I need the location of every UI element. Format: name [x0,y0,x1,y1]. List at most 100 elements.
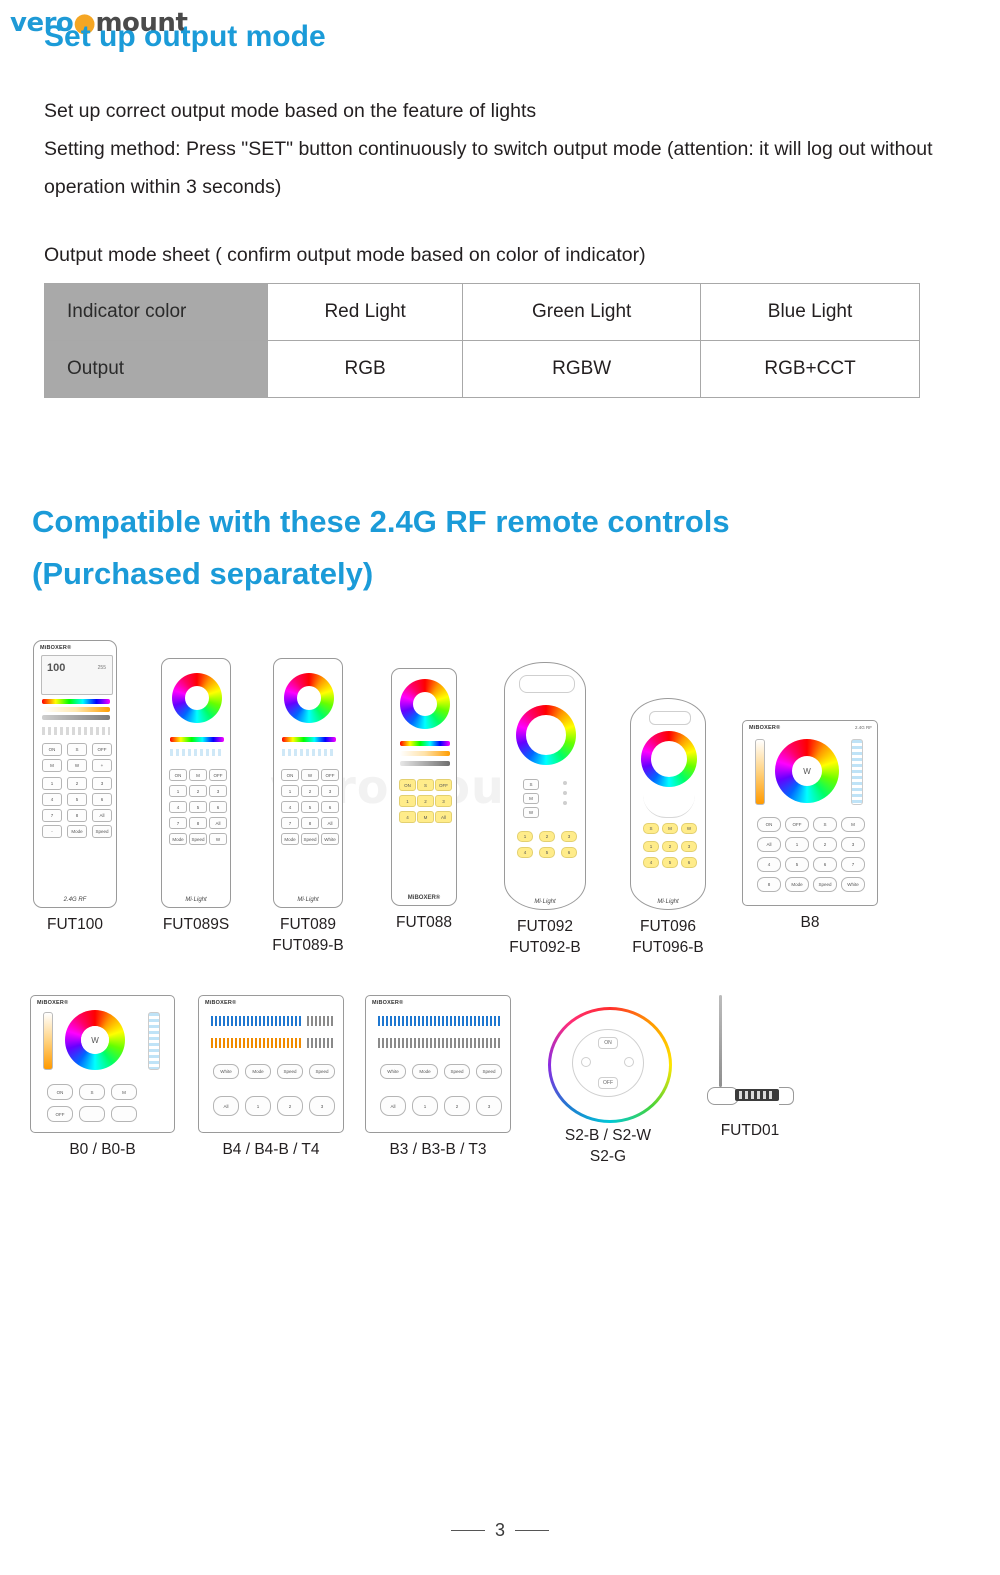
key-n7[interactable]: 7 [841,857,865,872]
key-n6[interactable]: 6 [561,847,577,858]
key-n3[interactable]: 3 [476,1096,502,1116]
key-n3[interactable]: 3 [92,777,112,790]
key-on[interactable]: ON [281,769,299,781]
key-on[interactable]: ON [757,817,781,832]
color-wheel[interactable] [400,679,450,729]
key-speed-up[interactable] [111,1106,137,1122]
key-all[interactable]: All [435,811,452,823]
key-n2[interactable]: 2 [301,785,319,797]
key-n1[interactable]: 1 [245,1096,271,1116]
key-all[interactable]: All [321,817,339,829]
key-n6[interactable]: 6 [321,801,339,813]
key-n1[interactable]: 1 [785,837,809,852]
key-n7[interactable]: 7 [281,817,299,829]
key-n1[interactable]: 1 [412,1096,438,1116]
key-all[interactable]: All [380,1096,406,1116]
brightness-bar[interactable] [211,1038,301,1048]
key-speed2[interactable]: Speed [476,1064,502,1079]
key-w[interactable]: W [523,807,539,818]
key-n6[interactable]: 6 [92,793,112,806]
brightness-slider[interactable] [755,739,765,805]
key-n1[interactable]: 1 [643,841,659,852]
key-speed[interactable]: Speed [813,877,837,892]
brightness-bar[interactable] [378,1038,500,1048]
color-wheel[interactable] [284,673,334,723]
key-n8[interactable]: 8 [189,817,207,829]
key-speed[interactable]: Speed [277,1064,303,1079]
cct-bar[interactable] [378,1016,500,1026]
key-speed[interactable]: Speed [444,1064,470,1079]
key-n2[interactable]: 2 [539,831,555,842]
key-n5[interactable]: 5 [301,801,319,813]
key-n3[interactable]: 3 [209,785,227,797]
key-off[interactable]: OFF [209,769,227,781]
key-speed-down[interactable] [79,1106,105,1122]
key-n1[interactable]: 1 [169,785,187,797]
key-off[interactable]: OFF [785,817,809,832]
key-m[interactable]: M [189,769,207,781]
key-mode[interactable]: Mode [169,833,187,845]
white-button[interactable]: W [81,1026,109,1054]
key-n6[interactable]: 6 [681,857,697,868]
key-off[interactable]: OFF [47,1106,73,1122]
key-all[interactable]: All [757,837,781,852]
brightness-bar-right[interactable] [307,1038,333,1048]
key-on[interactable]: ON [42,743,62,756]
key-m[interactable]: M [111,1084,137,1100]
key-s[interactable]: S [67,743,87,756]
key-s[interactable]: S [79,1084,105,1100]
key-n1[interactable]: 1 [517,831,533,842]
key-right[interactable] [624,1057,634,1067]
key-n2[interactable]: 2 [444,1096,470,1116]
key-m[interactable]: M [523,793,539,804]
key-n8[interactable]: 8 [67,809,87,822]
key-all[interactable]: All [209,817,227,829]
key-white[interactable]: White [213,1064,239,1079]
key-m[interactable]: M [42,759,62,772]
key-n4[interactable]: 4 [281,801,299,813]
key-white[interactable]: W [209,833,227,845]
key-m[interactable]: M [417,811,434,823]
key-n4[interactable]: 4 [643,857,659,868]
cct-bar-right[interactable] [307,1016,333,1026]
key-n3[interactable]: 3 [841,837,865,852]
key-n4[interactable]: 4 [757,857,781,872]
key-w[interactable]: W [67,759,87,772]
key-s[interactable]: S [643,823,659,834]
key-speed[interactable]: Speed [301,833,319,845]
key-n1[interactable]: 1 [281,785,299,797]
cct-slider[interactable] [148,1012,160,1070]
key-n3[interactable]: 3 [561,831,577,842]
key-n8[interactable]: 8 [301,817,319,829]
key-n6[interactable]: 6 [813,857,837,872]
touch-arc[interactable] [643,795,695,818]
key-on[interactable]: ON [598,1037,618,1049]
key-mode[interactable]: Mode [281,833,299,845]
key-n5[interactable]: 5 [785,857,809,872]
key-white[interactable]: White [321,833,339,845]
key-w[interactable]: W [301,769,319,781]
key-m[interactable]: M [841,817,865,832]
key-all[interactable]: All [92,809,112,822]
white-button[interactable]: W [793,757,821,785]
color-wheel[interactable] [516,705,576,765]
key-speed[interactable]: Speed [189,833,207,845]
color-wheel[interactable] [641,731,697,787]
key-n2[interactable]: 2 [417,795,434,807]
key-n5[interactable]: 5 [67,793,87,806]
key-n2[interactable]: 2 [813,837,837,852]
key-n2[interactable]: 2 [189,785,207,797]
key-n5[interactable]: 5 [539,847,555,858]
key-n2[interactable]: 2 [277,1096,303,1116]
key-mode[interactable]: Mode [245,1064,271,1079]
key-n3[interactable]: 3 [435,795,452,807]
key-m[interactable]: M [662,823,678,834]
key-plus[interactable]: + [92,759,112,772]
key-n4[interactable]: 4 [517,847,533,858]
key-on[interactable]: ON [399,779,416,791]
key-white[interactable]: White [841,877,865,892]
key-mode[interactable]: Mode [785,877,809,892]
key-n4[interactable]: 4 [169,801,187,813]
key-off[interactable]: OFF [435,779,452,791]
key-speed[interactable]: Speed [92,825,112,838]
